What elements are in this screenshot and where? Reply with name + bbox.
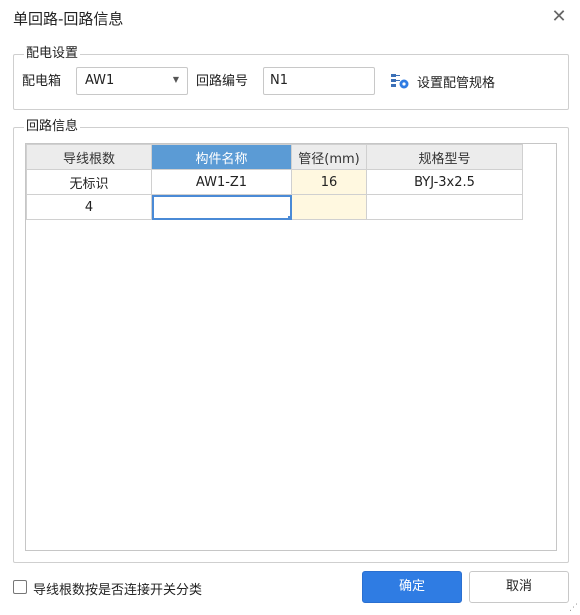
- table-cell[interactable]: BYJ-3x2.5: [366, 169, 523, 195]
- cancel-button[interactable]: 取消: [469, 571, 569, 603]
- pipe-config-icon: [391, 74, 409, 89]
- fill-handle[interactable]: [288, 216, 291, 219]
- close-icon[interactable]: ✕: [548, 6, 570, 28]
- column-header-pipe-diameter[interactable]: 管径(mm): [291, 144, 367, 170]
- dialog-title: 单回路-回路信息: [13, 10, 124, 28]
- table-cell[interactable]: 无标识: [26, 169, 152, 195]
- title-bar: 单回路-回路信息 ✕: [0, 0, 580, 36]
- ok-button[interactable]: 确定: [362, 571, 462, 603]
- circuit-info-legend: 回路信息: [24, 119, 81, 135]
- column-header-spec-model[interactable]: 规格型号: [366, 144, 523, 170]
- table-cell[interactable]: 4: [26, 194, 152, 220]
- distribution-box-select[interactable]: AW1 ▼: [76, 67, 188, 95]
- distribution-settings-legend: 配电设置: [24, 46, 81, 62]
- circuit-number-label: 回路编号: [196, 74, 249, 89]
- distribution-box-value: AW1: [85, 73, 115, 88]
- classify-by-switch-label: 导线根数按是否连接开关分类: [33, 583, 203, 598]
- table-cell[interactable]: AW1-Z1: [151, 169, 292, 195]
- table-row: 无标识 AW1-Z1 16 BYJ-3x2.5: [26, 169, 523, 195]
- table-cell[interactable]: [366, 194, 523, 220]
- column-header-component-name[interactable]: 构件名称: [151, 144, 292, 170]
- table-cell-active[interactable]: [151, 194, 292, 220]
- resize-grip-icon[interactable]: ⋰: [569, 604, 578, 613]
- table-row: 4: [26, 194, 523, 220]
- table-cell[interactable]: [291, 194, 367, 220]
- circuit-number-input[interactable]: N1: [263, 67, 375, 95]
- table-cell[interactable]: 16: [291, 169, 367, 195]
- classify-by-switch-checkbox[interactable]: [13, 580, 27, 594]
- set-pipe-spec-label: 设置配管规格: [417, 76, 496, 91]
- circuit-table: 导线根数 构件名称 管径(mm) 规格型号 无标识 AW1-Z1 16 BYJ-…: [26, 144, 523, 220]
- distribution-box-label: 配电箱: [22, 74, 62, 89]
- column-header-wire-count[interactable]: 导线根数: [26, 144, 152, 170]
- circuit-table-area[interactable]: 导线根数 构件名称 管径(mm) 规格型号 无标识 AW1-Z1 16 BYJ-…: [25, 143, 557, 551]
- chevron-down-icon: ▼: [172, 75, 179, 84]
- table-header-row: 导线根数 构件名称 管径(mm) 规格型号: [26, 144, 523, 170]
